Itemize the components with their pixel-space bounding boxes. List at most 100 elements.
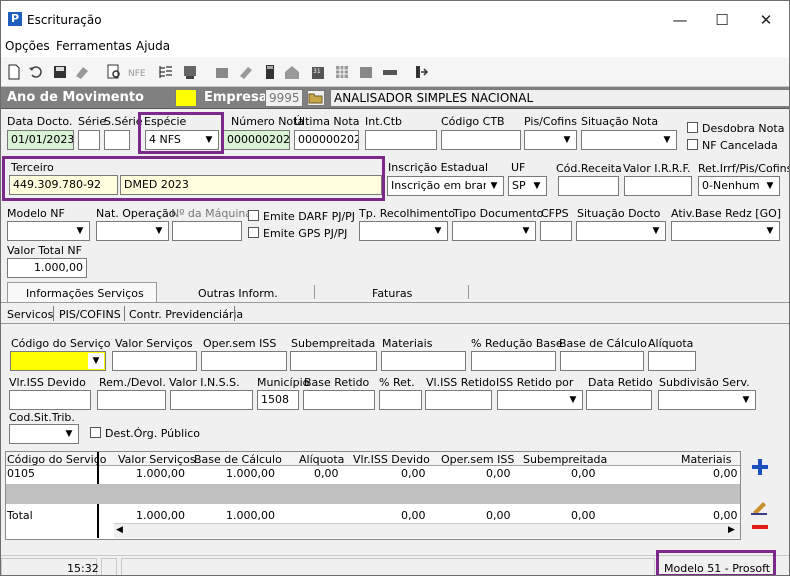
desdobra-nota-checkbox[interactable] (687, 122, 698, 133)
horizontal-scrollbar[interactable]: ◀ ▶ (114, 523, 740, 538)
folder-open-icon[interactable] (307, 90, 325, 106)
tab-outras-inform[interactable]: Outras Inform. (198, 287, 278, 300)
int-ctb-input[interactable] (365, 130, 437, 150)
tree-list-icon[interactable] (157, 63, 175, 81)
home-icon[interactable] (283, 63, 301, 81)
chevron-down-icon[interactable]: ▼ (529, 178, 545, 194)
empresa-code[interactable]: 9995 (265, 89, 303, 107)
data-retido-input[interactable] (586, 390, 652, 410)
chevron-down-icon[interactable]: ▼ (559, 132, 575, 148)
chevron-down-icon[interactable]: ▼ (61, 426, 77, 442)
menu-ajuda[interactable]: Ajuda (136, 39, 170, 53)
situacao-nota-select[interactable]: ▼ (581, 130, 677, 150)
materiais-input[interactable] (381, 351, 466, 371)
calculator-icon[interactable] (261, 63, 279, 81)
chart-icon[interactable] (213, 63, 231, 81)
oper-sem-iss-input[interactable] (201, 351, 287, 371)
save-icon[interactable] (51, 63, 69, 81)
ret-irrf-select[interactable]: 0-Nenhum ▼ (698, 176, 780, 196)
print-preview-icon[interactable] (105, 63, 123, 81)
serie-input[interactable] (78, 130, 100, 150)
valor-inss-input[interactable] (170, 390, 253, 410)
calendar-icon[interactable]: 31 (309, 63, 327, 81)
chevron-down-icon[interactable]: ▼ (648, 223, 664, 239)
vlr-iss-devido-input[interactable] (9, 390, 91, 410)
uf-select[interactable]: SP ▼ (508, 176, 547, 196)
cfps-input[interactable] (540, 221, 572, 241)
chevron-down-icon[interactable]: ▼ (762, 223, 778, 239)
scroll-right-icon[interactable]: ▶ (728, 525, 735, 535)
aliquota-input[interactable] (648, 351, 696, 371)
valor-total-input[interactable]: 1.000,00 (7, 258, 87, 278)
valor-irrf-input[interactable] (624, 176, 692, 196)
nfe-icon[interactable]: NFE (127, 63, 145, 81)
ano-input[interactable] (175, 89, 197, 107)
chevron-down-icon[interactable]: ▼ (518, 223, 534, 239)
numero-nota-input[interactable]: 0000002023 (223, 130, 290, 150)
nat-operacao-select[interactable]: ▼ (96, 221, 169, 241)
terceiro-nome-input[interactable]: DMED 2023 (120, 175, 382, 195)
cod-receita-input[interactable] (558, 176, 619, 196)
tools-icon[interactable] (181, 63, 199, 81)
subempreitada-input[interactable] (290, 351, 377, 371)
chevron-down-icon[interactable]: ▼ (430, 223, 446, 239)
iss-retido-por-select[interactable]: ▼ (497, 390, 583, 410)
sserie-input[interactable] (104, 130, 130, 150)
base-retido-input[interactable] (303, 390, 375, 410)
valor-servicos-input[interactable] (112, 351, 197, 371)
chevron-down-icon[interactable]: ▼ (659, 132, 675, 148)
reducao-base-input[interactable] (471, 351, 556, 371)
base-calculo-input[interactable] (560, 351, 644, 371)
table-row[interactable] (6, 466, 740, 480)
chevron-down-icon[interactable]: ▼ (201, 132, 217, 148)
ret-input[interactable] (379, 390, 422, 410)
chevron-down-icon[interactable]: ▼ (72, 223, 88, 239)
chevron-down-icon[interactable]: ▼ (565, 392, 581, 408)
menu-ferramentas[interactable]: Ferramentas (56, 39, 132, 53)
cod-sit-trib-select[interactable]: ▼ (9, 424, 79, 444)
municipio-input[interactable]: 1508 (257, 390, 299, 410)
tab-faturas[interactable]: Faturas (372, 287, 412, 300)
maximize-button[interactable]: ☐ (699, 7, 745, 33)
codigo-servico-select[interactable]: ▼ (10, 351, 106, 371)
edit-icon[interactable] (237, 63, 255, 81)
inscricao-estadual-select[interactable]: Inscrição em branco ▼ (387, 176, 504, 196)
subdivisao-select[interactable]: ▼ (658, 390, 756, 410)
tab-servicos[interactable]: Servicos (7, 308, 53, 321)
rem-devol-input[interactable] (97, 390, 166, 410)
situacao-docto-select[interactable]: ▼ (576, 221, 666, 241)
eraser-icon[interactable] (73, 63, 91, 81)
codigo-ctb-input[interactable] (441, 130, 521, 150)
table-icon[interactable] (357, 63, 375, 81)
close-button[interactable]: ✕ (743, 7, 789, 33)
exit-icon[interactable] (411, 63, 429, 81)
minimize-button[interactable]: — (657, 7, 703, 33)
emite-darf-checkbox[interactable] (248, 210, 259, 221)
chevron-down-icon[interactable]: ▼ (738, 392, 754, 408)
modelo-nf-select[interactable]: ▼ (7, 221, 90, 241)
pencil-edit-icon[interactable] (749, 498, 771, 516)
numero-maquina-input[interactable] (172, 221, 242, 241)
emite-gps-checkbox[interactable] (248, 227, 259, 238)
chevron-down-icon[interactable]: ▼ (486, 178, 502, 194)
tab-pis-cofins[interactable]: PIS/COFINS (59, 308, 121, 321)
dest-org-publico-checkbox[interactable] (90, 427, 101, 438)
tp-recolhimento-select[interactable]: ▼ (359, 221, 448, 241)
scroll-left-icon[interactable]: ◀ (116, 525, 123, 535)
pis-cofins-select[interactable]: ▼ (524, 130, 577, 150)
add-plus-icon[interactable] (749, 456, 771, 478)
nf-cancelada-checkbox[interactable] (687, 139, 698, 150)
tab-informacoes-servicos[interactable]: Informações Serviços (7, 282, 157, 303)
chevron-down-icon[interactable]: ▼ (151, 223, 167, 239)
especie-select[interactable]: 4 NFS ▼ (145, 130, 219, 150)
grid-icon[interactable] (333, 63, 351, 81)
keyboard-icon[interactable] (381, 63, 399, 81)
menu-opcoes[interactable]: Opções (5, 39, 50, 53)
tab-contr-previdenciaria[interactable]: Contr. Previdenciária (129, 308, 243, 321)
new-document-icon[interactable] (5, 63, 23, 81)
undo-icon[interactable] (27, 63, 45, 81)
chevron-down-icon[interactable]: ▼ (762, 178, 778, 194)
chevron-down-icon[interactable]: ▼ (88, 353, 104, 369)
data-docto-input[interactable]: 01/01/2023 (7, 130, 74, 150)
ativ-base-select[interactable]: ▼ (671, 221, 780, 241)
